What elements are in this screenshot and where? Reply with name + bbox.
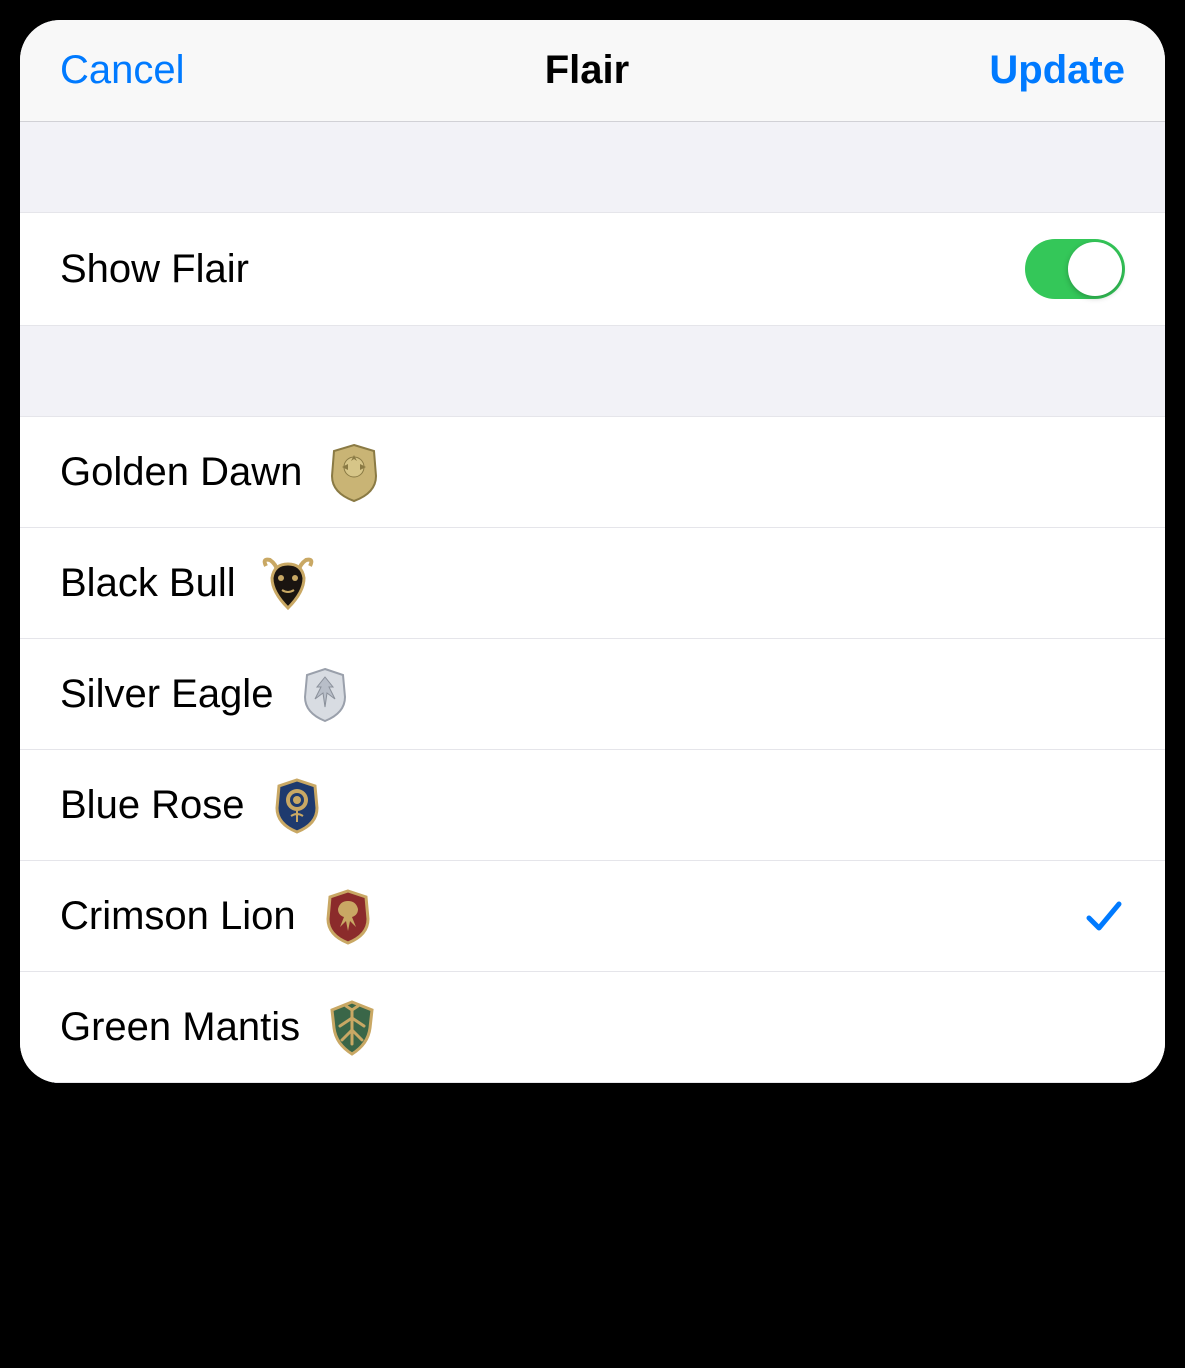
flair-label: Black Bull (60, 561, 236, 606)
flair-option-golden-dawn[interactable]: Golden Dawn (20, 416, 1165, 528)
show-flair-row: Show Flair (20, 212, 1165, 326)
page-title: Flair (545, 48, 629, 93)
cancel-button[interactable]: Cancel (60, 48, 185, 93)
flair-label: Blue Rose (60, 783, 245, 828)
show-flair-label: Show Flair (60, 247, 1025, 292)
crimson-lion-icon (318, 885, 378, 947)
flair-option-crimson-lion[interactable]: Crimson Lion (20, 861, 1165, 972)
flair-option-silver-eagle[interactable]: Silver Eagle (20, 639, 1165, 750)
show-flair-toggle[interactable] (1025, 239, 1125, 299)
flair-option-blue-rose[interactable]: Blue Rose (20, 750, 1165, 861)
flair-list: Golden Dawn Black Bull Silver Eagle Blue… (20, 416, 1165, 1083)
golden-dawn-icon (324, 441, 384, 503)
black-bull-icon (258, 552, 318, 614)
checkmark-icon (1081, 894, 1125, 938)
flair-option-green-mantis[interactable]: Green Mantis (20, 972, 1165, 1083)
navbar: Cancel Flair Update (20, 20, 1165, 122)
flair-label: Green Mantis (60, 1005, 300, 1050)
green-mantis-icon (322, 996, 382, 1058)
flair-label: Golden Dawn (60, 450, 302, 495)
flair-label: Crimson Lion (60, 894, 296, 939)
flair-option-black-bull[interactable]: Black Bull (20, 528, 1165, 639)
flair-sheet: Cancel Flair Update Show Flair Golden Da… (20, 20, 1165, 1083)
flair-label: Silver Eagle (60, 672, 273, 717)
toggle-knob (1068, 242, 1122, 296)
section-spacer (20, 122, 1165, 212)
silver-eagle-icon (295, 663, 355, 725)
section-spacer (20, 326, 1165, 416)
blue-rose-icon (267, 774, 327, 836)
update-button[interactable]: Update (989, 48, 1125, 93)
